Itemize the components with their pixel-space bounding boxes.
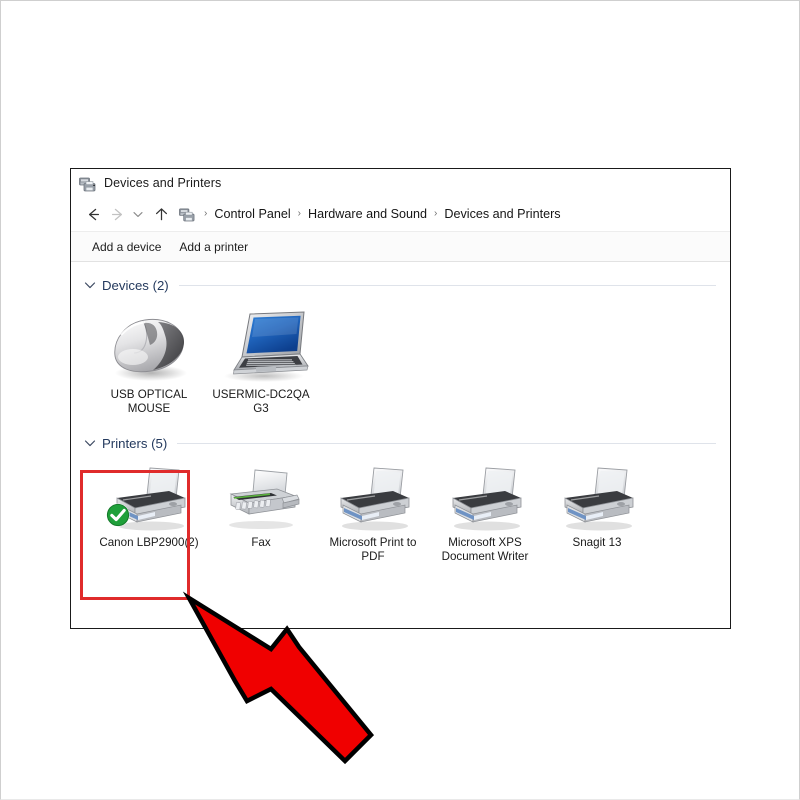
printer-item-canon-lbp2900[interactable]: Canon LBP2900(2) [93,464,205,550]
content-area: Devices (2) USB OPTICAL MOUSE USERMIC-DC… [71,262,730,628]
section-divider [177,442,716,444]
chevron-down-icon [84,440,96,447]
devices-and-printers-window: Devices and Printers › Control Panel › H… [70,168,731,629]
window-title: Devices and Printers [104,176,222,190]
back-arrow-icon [88,208,99,220]
printer-icon [340,467,410,531]
printer-item-fax[interactable]: Fax [205,464,317,550]
printer-label: Fax [251,536,271,549]
chevron-down-icon [133,212,143,217]
printer-icon [564,467,634,531]
breadcrumb-item-hardware-and-sound[interactable]: Hardware and Sound [308,207,427,221]
device-item-usb-optical-mouse[interactable]: USB OPTICAL MOUSE [93,308,205,416]
devices-item-grid: USB OPTICAL MOUSE USERMIC-DC2QA G3 [71,298,730,416]
item-icon-wrapper [103,308,195,384]
device-label: USB OPTICAL MOUSE [110,388,188,415]
printers-item-grid: Canon LBP2900(2) Fax Microsoft Print to … [71,456,730,564]
device-label: USERMIC-DC2QA G3 [212,388,310,415]
fax-icon [229,469,300,529]
green-check-badge-icon [106,503,130,527]
forward-button[interactable] [105,202,129,226]
address-bar: › Control Panel › Hardware and Sound › D… [71,197,730,231]
breadcrumb: › Control Panel › Hardware and Sound › D… [179,203,730,225]
breadcrumb-separator: › [297,208,301,219]
printer-icon [452,467,522,531]
breadcrumb-item-control-panel[interactable]: Control Panel [214,207,290,221]
item-icon-wrapper [212,308,310,384]
item-icon-wrapper [443,464,527,532]
section-divider [178,284,716,286]
up-arrow-icon [155,207,167,220]
printer-label: Microsoft XPS Document Writer [441,536,529,563]
laptop-icon [224,311,309,382]
printer-label: Canon LBP2900(2) [99,536,199,549]
recent-locations-button[interactable] [129,202,147,226]
chevron-down-icon [84,282,96,289]
section-header-devices[interactable]: Devices (2) [71,272,730,298]
printer-item-microsoft-print-to-pdf[interactable]: Microsoft Print to PDF [317,464,429,564]
printer-label: Snagit 13 [572,536,622,549]
breadcrumb-separator: › [434,208,438,219]
up-one-level-button[interactable] [149,202,173,226]
section-header-printers[interactable]: Printers (5) [71,430,730,456]
add-a-printer-button[interactable]: Add a printer [170,236,257,258]
printer-item-snagit-13[interactable]: Snagit 13 [541,464,653,550]
forward-arrow-icon [111,208,122,220]
breadcrumb-item-devices-and-printers[interactable]: Devices and Printers [444,207,560,221]
section-title-devices: Devices (2) [102,277,169,293]
back-button[interactable] [81,202,105,226]
printer-label: Microsoft Print to PDF [329,536,417,563]
device-item-usermic-dc2qa-g3[interactable]: USERMIC-DC2QA G3 [205,308,317,416]
add-a-device-button[interactable]: Add a device [83,236,170,258]
command-toolbar: Add a device Add a printer [71,231,730,262]
section-title-printers: Printers (5) [102,435,168,451]
printer-item-microsoft-xps-document-writer[interactable]: Microsoft XPS Document Writer [429,464,541,564]
window-titlebar: Devices and Printers [71,169,730,197]
devices-and-printers-icon [79,177,96,191]
item-icon-wrapper [331,464,415,532]
item-icon-wrapper [555,464,639,532]
breadcrumb-separator: › [204,208,208,219]
devices-and-printers-icon [179,208,195,222]
mouse-icon [114,318,187,381]
item-icon-wrapper [219,464,303,532]
